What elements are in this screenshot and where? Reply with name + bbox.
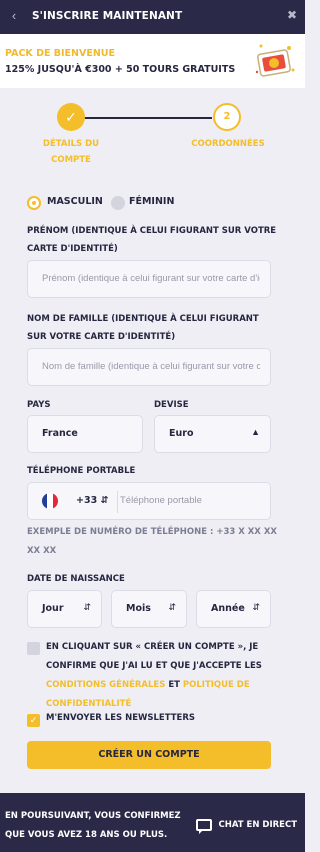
live-chat-button[interactable]: CHAT EN DIRECT: [196, 818, 297, 834]
last-name-input[interactable]: Nom de famille (identique à celui figura…: [27, 348, 271, 386]
select-arrow-icon: ⇵: [168, 602, 176, 612]
first-name-placeholder: Prénom (identique à celui figurant sur v…: [42, 273, 260, 284]
newsletter-checkbox[interactable]: ✓: [27, 714, 40, 727]
terms-link[interactable]: CONDITIONS GÉNÉRALES: [46, 680, 165, 690]
select-arrow-icon: ⇵: [83, 602, 91, 612]
step-2-label: COORDONNÉES: [191, 139, 265, 149]
birth-year-select[interactable]: Année ⇵: [196, 590, 271, 628]
birth-month-value: Mois: [126, 603, 151, 614]
currency-label: DEVISE: [154, 400, 189, 410]
signup-stepper: ✓ 2 DÉTAILS DU COMPTE COORDONNÉES: [0, 96, 305, 176]
chevron-left-icon[interactable]: ‹: [8, 8, 20, 23]
country-select[interactable]: France: [27, 415, 143, 453]
banner-title: PACK DE BIENVENUE: [5, 48, 115, 59]
welcome-banner: PACK DE BIENVENUE 125% JUSQU'À €300 + 50…: [0, 34, 305, 88]
gift-icon: [255, 44, 295, 77]
footer-bar: EN POURSUIVANT, VOUS CONFIRMEZ QUE VOUS …: [0, 793, 305, 852]
newsletter-label[interactable]: M'ENVOYER LES NEWSLETTERS: [46, 713, 195, 723]
phone-prefix-select[interactable]: +33 ⇵: [76, 495, 108, 506]
currency-select[interactable]: Euro ▲︎: [154, 415, 271, 453]
select-arrow-icon: ⇵: [252, 602, 260, 612]
birthdate-label: DATE DE NAISSANCE: [27, 574, 125, 584]
birth-year-value: Année: [211, 603, 245, 614]
birth-day-select[interactable]: Jour ⇵: [27, 590, 102, 628]
phone-field: +33 ⇵ Téléphone portable: [27, 482, 271, 520]
step-1-label: DÉTAILS DU COMPTE: [42, 139, 100, 165]
check-icon: ✓: [57, 103, 85, 131]
first-name-input[interactable]: Prénom (identique à celui figurant sur v…: [27, 260, 271, 298]
stepper-line: [82, 117, 212, 119]
phone-divider: [117, 491, 118, 513]
live-chat-label: CHAT EN DIRECT: [218, 820, 297, 830]
select-arrow-icon: ▲︎: [251, 427, 260, 437]
radio-female[interactable]: [111, 196, 125, 210]
age-disclaimer: EN POURSUIVANT, VOUS CONFIRMEZ QUE VOUS …: [5, 811, 181, 840]
last-name-placeholder: Nom de famille (identique à celui figura…: [42, 361, 260, 372]
consent-checkbox[interactable]: [27, 642, 40, 655]
chat-bubble-icon: [196, 819, 213, 834]
header-bar: ‹ S'INSCRIRE MAINTENANT ✖: [0, 0, 305, 34]
consent-text: EN CLIQUANT SUR « CRÉER UN COMPTE », JE …: [46, 638, 276, 714]
close-icon[interactable]: ✖: [287, 8, 297, 22]
consent-text-before: EN CLIQUANT SUR « CRÉER UN COMPTE », JE …: [46, 642, 262, 671]
consent-and: ET: [168, 680, 180, 690]
country-label: PAYS: [27, 400, 51, 410]
last-name-label: NOM DE FAMILLE (IDENTIQUE À CELUI FIGURA…: [27, 314, 259, 342]
page-title: S'INSCRIRE MAINTENANT: [32, 10, 183, 22]
radio-male[interactable]: [27, 196, 41, 210]
create-account-button[interactable]: CRÉER UN COMPTE: [27, 741, 271, 769]
birth-day-value: Jour: [42, 603, 64, 614]
first-name-label: PRÉNOM (IDENTIQUE À CELUI FIGURANT SUR V…: [27, 226, 277, 254]
radio-male-label[interactable]: MASCULIN: [47, 196, 103, 207]
phone-hint: EXEMPLE DE NUMÉRO DE TÉLÉPHONE : +33 X X…: [27, 527, 277, 556]
france-flag-icon: [42, 493, 58, 509]
phone-input[interactable]: Téléphone portable: [120, 495, 260, 506]
birth-month-select[interactable]: Mois ⇵: [111, 590, 187, 628]
radio-female-label[interactable]: FÉMININ: [129, 196, 174, 207]
step-2-indicator: 2: [213, 103, 241, 131]
country-value: France: [42, 428, 78, 439]
currency-value: Euro: [169, 428, 194, 439]
banner-offer: 125% JUSQU'À €300 + 50 TOURS GRATUITS: [5, 64, 236, 75]
phone-label: TÉLÉPHONE PORTABLE: [27, 466, 136, 476]
